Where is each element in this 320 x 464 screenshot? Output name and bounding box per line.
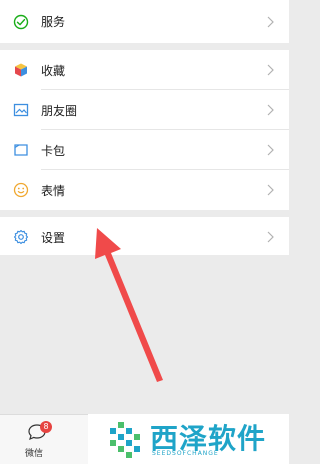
favorites-row[interactable]: 收藏 <box>0 50 289 90</box>
cards-row[interactable]: 卡包 <box>0 130 289 170</box>
chevron-right-icon <box>267 184 274 196</box>
cube-icon <box>12 62 29 79</box>
service-row[interactable]: 服务 <box>0 0 289 43</box>
cards-label: 卡包 <box>41 143 66 158</box>
unread-badge: 8 <box>40 421 52 433</box>
service-label: 服务 <box>41 15 66 29</box>
logo-icon <box>110 422 140 458</box>
gear-icon <box>12 229 29 246</box>
settings-group: 设置 <box>0 217 289 257</box>
favorites-group: 收藏 朋友圈 卡包 表情 <box>0 50 289 210</box>
settings-label: 设置 <box>41 230 66 245</box>
tab-chats-label: 微信 <box>25 449 44 459</box>
check-circle-icon <box>12 13 29 30</box>
tab-chats[interactable]: 8 微信 <box>20 421 60 463</box>
watermark: 西泽软件 SEEDSOFCHANGE <box>88 414 289 464</box>
chevron-right-icon <box>267 64 274 76</box>
settings-row[interactable]: 设置 <box>0 217 289 257</box>
chevron-right-icon <box>267 144 274 156</box>
service-group: 服务 <box>0 0 289 43</box>
stickers-row[interactable]: 表情 <box>0 170 289 210</box>
stickers-label: 表情 <box>41 183 66 198</box>
chevron-right-icon <box>267 231 274 243</box>
section-gap <box>0 210 289 217</box>
favorites-label: 收藏 <box>41 63 66 78</box>
photo-icon <box>12 102 29 119</box>
card-icon <box>12 142 29 159</box>
smiley-icon <box>12 182 29 199</box>
moments-row[interactable]: 朋友圈 <box>0 90 289 130</box>
bottom-tabbar: 8 微信 <box>0 414 88 464</box>
chevron-right-icon <box>267 104 274 116</box>
section-gap <box>0 43 289 50</box>
moments-label: 朋友圈 <box>41 103 78 118</box>
watermark-subtitle: SEEDSOFCHANGE <box>152 450 219 457</box>
chevron-right-icon <box>267 16 274 28</box>
